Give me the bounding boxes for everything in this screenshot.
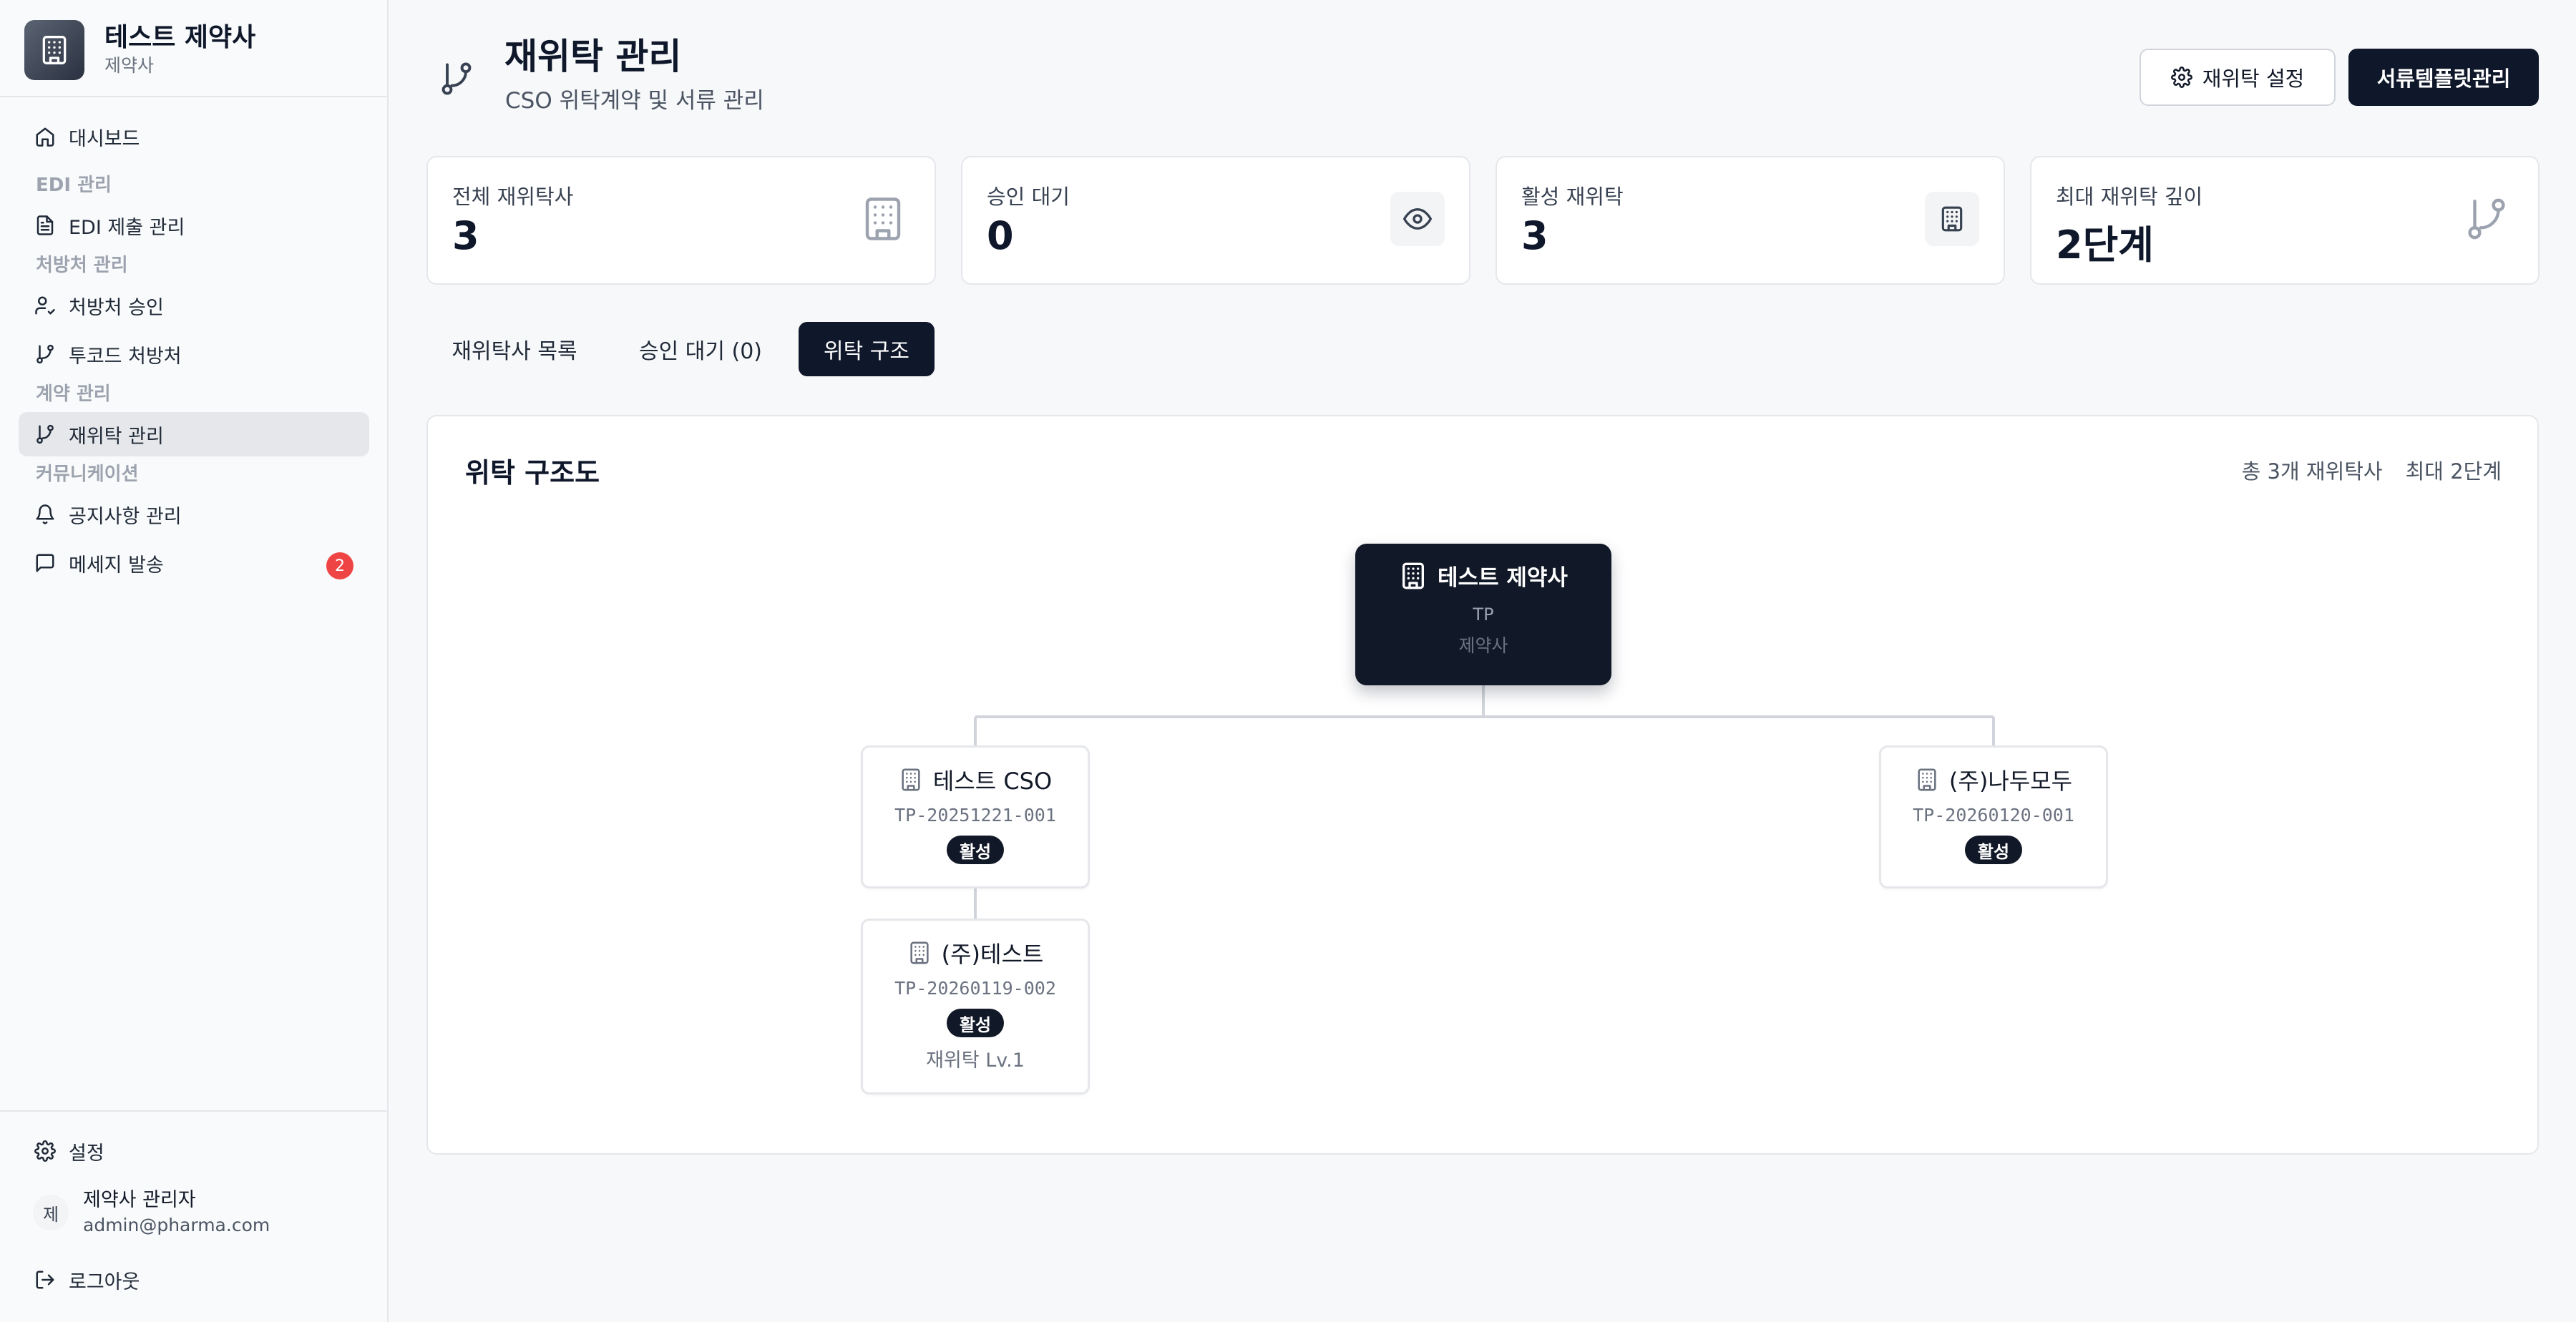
brand-subtitle: 제약사 bbox=[104, 55, 155, 76]
sidebar-item-label: 메세지 발송 bbox=[69, 554, 164, 577]
bell-icon bbox=[36, 504, 54, 524]
node-code: TP-20251221-001 bbox=[894, 805, 1056, 826]
nav-group-contract: 계약 관리 bbox=[36, 383, 111, 405]
sidebar-item-edi-submissions[interactable]: EDI 제출 관리 bbox=[19, 203, 369, 248]
status-badge: 활성 bbox=[946, 836, 1005, 864]
button-label: 재위탁 설정 bbox=[2202, 67, 2305, 91]
tree-node-grandchild[interactable]: (주)테스트 TP-20260119-002 활성 재위탁 Lv.1 bbox=[861, 919, 1090, 1095]
building-icon bbox=[910, 941, 929, 964]
stat-card-total: 전체 재위탁사 3 bbox=[426, 156, 936, 285]
stat-card-active: 활성 재위탁 3 bbox=[1496, 156, 2005, 285]
tree-node-child[interactable]: 테스트 CSO TP-20251221-001 활성 bbox=[861, 745, 1090, 888]
page-subtitle: CSO 위탁계약 및 서류 관리 bbox=[505, 88, 764, 114]
sidebar-item-dashboard[interactable]: 대시보드 bbox=[19, 114, 369, 159]
git-branch-icon bbox=[36, 344, 54, 364]
stat-label: 최대 재위탁 깊이 bbox=[2056, 185, 2203, 209]
stat-card-depth: 최대 재위탁 깊이 2단계 bbox=[2030, 156, 2540, 285]
avatar: 제 bbox=[33, 1195, 69, 1230]
subcontract-settings-button[interactable]: 재위탁 설정 bbox=[2140, 49, 2336, 106]
brand[interactable]: 테스트 제약사 제약사 bbox=[24, 20, 255, 80]
node-code: TP-20260119-002 bbox=[894, 978, 1056, 999]
tree-node-root[interactable]: 테스트 제약사 TP 제약사 bbox=[1355, 544, 1611, 685]
gear-icon bbox=[34, 1140, 56, 1162]
node-name: 테스트 CSO bbox=[932, 768, 1053, 795]
sidebar-item-prescriber-approval[interactable]: 처방처 승인 bbox=[19, 283, 369, 328]
gear-icon bbox=[2170, 67, 2192, 88]
brand-name: 테스트 제약사 bbox=[104, 23, 256, 52]
node-code: TP bbox=[1473, 604, 1494, 625]
sidebar-item-label: 재위탁 관리 bbox=[69, 425, 164, 448]
sidebar-item-notices[interactable]: 공지사항 관리 bbox=[19, 492, 369, 537]
building-icon bbox=[1402, 562, 1425, 589]
sidebar-item-label: 로그아웃 bbox=[69, 1270, 140, 1293]
node-name: (주)테스트 bbox=[941, 941, 1044, 968]
building-icon bbox=[856, 192, 910, 246]
building-icon bbox=[24, 20, 84, 80]
node-type: 제약사 bbox=[1458, 635, 1508, 656]
sidebar-item-label: EDI 제출 관리 bbox=[69, 216, 185, 239]
home-icon bbox=[36, 127, 54, 147]
sidebar-item-twocode-prescriber[interactable]: 투코드 처방처 bbox=[19, 332, 369, 376]
page-title: 재위탁 관리 bbox=[504, 36, 682, 77]
message-square-icon bbox=[36, 554, 54, 572]
user-email: admin@pharma.com bbox=[83, 1215, 270, 1235]
building-icon bbox=[1925, 192, 1979, 246]
stat-card-pending: 승인 대기 0 bbox=[961, 156, 1470, 285]
eye-icon bbox=[1390, 192, 1445, 246]
sidebar: 테스트 제약사 제약사 대시보드 EDI 관리 EDI 제출 관리 처방처 관리… bbox=[0, 0, 389, 1322]
structure-panel: 위탁 구조도 총 3개 재위탁사 최대 2단계 테스트 제약사 TP 제약사 테… bbox=[426, 415, 2539, 1155]
git-branch-icon bbox=[2459, 192, 2514, 246]
nav-group-edi: EDI 관리 bbox=[36, 175, 112, 196]
git-branch-icon bbox=[36, 424, 54, 444]
stat-value: 0 bbox=[987, 213, 1014, 258]
nav-group-prescriber: 처방처 관리 bbox=[36, 255, 128, 276]
tab-pending-approval[interactable]: 승인 대기 (0) bbox=[617, 322, 784, 376]
stat-label: 승인 대기 bbox=[987, 185, 1070, 209]
sidebar-item-label: 대시보드 bbox=[69, 127, 140, 150]
user-check-icon bbox=[35, 296, 55, 315]
divider bbox=[0, 1110, 387, 1112]
user-name: 제약사 관리자 bbox=[83, 1189, 196, 1211]
node-name: (주)나두모두 bbox=[1948, 768, 2073, 795]
stat-value: 3 bbox=[452, 213, 479, 258]
status-badge: 활성 bbox=[1964, 836, 2023, 864]
sidebar-item-label: 설정 bbox=[69, 1142, 104, 1165]
node-name: 테스트 제약사 bbox=[1438, 565, 1568, 591]
node-code: TP-20260120-001 bbox=[1913, 805, 2074, 826]
building-icon bbox=[1918, 768, 1936, 791]
unread-badge: 2 bbox=[326, 552, 353, 579]
tab-subcontractor-list[interactable]: 재위탁사 목록 bbox=[426, 322, 602, 376]
sidebar-item-label: 처방처 승인 bbox=[69, 296, 164, 319]
git-branch-icon bbox=[441, 62, 472, 95]
nav-group-communication: 커뮤니케이션 bbox=[36, 464, 139, 485]
sidebar-item-messages[interactable]: 메세지 발송 2 bbox=[19, 541, 369, 585]
status-badge: 활성 bbox=[946, 1009, 1005, 1037]
file-text-icon bbox=[36, 215, 54, 235]
tree-node-child[interactable]: (주)나두모두 TP-20260120-001 활성 bbox=[1879, 745, 2108, 888]
stat-label: 활성 재위탁 bbox=[1521, 185, 1624, 209]
node-level: 재위탁 Lv.1 bbox=[926, 1049, 1025, 1072]
stat-value: 3 bbox=[1521, 213, 1548, 258]
logout-button[interactable]: 로그아웃 bbox=[19, 1258, 369, 1302]
stat-label: 전체 재위탁사 bbox=[452, 185, 574, 209]
sidebar-item-label: 투코드 처방처 bbox=[69, 345, 182, 368]
sidebar-item-settings[interactable]: 설정 bbox=[19, 1129, 369, 1173]
logout-icon bbox=[36, 1270, 54, 1289]
tree-connectors bbox=[974, 685, 1995, 919]
sidebar-item-subcontract[interactable]: 재위탁 관리 bbox=[19, 412, 369, 456]
divider bbox=[0, 96, 387, 97]
document-template-button[interactable]: 서류템플릿관리 bbox=[2348, 49, 2539, 106]
user-profile[interactable]: 제 제약사 관리자 admin@pharma.com bbox=[33, 1188, 270, 1238]
building-icon bbox=[902, 768, 920, 791]
sidebar-item-label: 공지사항 관리 bbox=[69, 505, 182, 528]
stat-value: 2단계 bbox=[2056, 222, 2154, 268]
tab-structure[interactable]: 위탁 구조 bbox=[799, 322, 935, 376]
